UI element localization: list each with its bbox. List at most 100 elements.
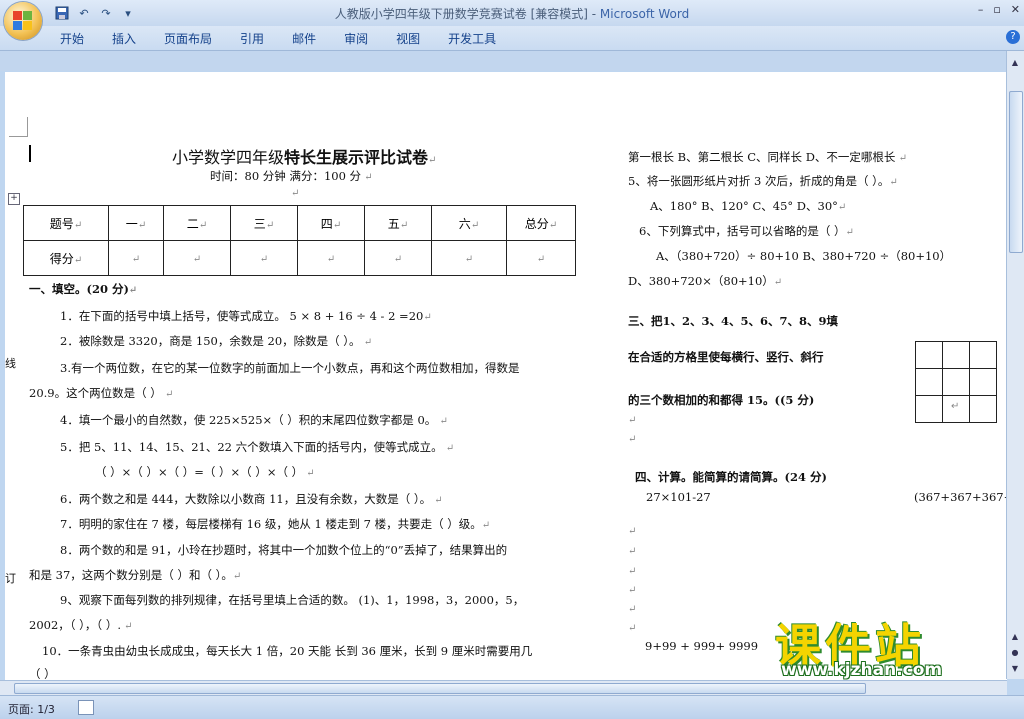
question-5: 5．把 5、11、14、15、21、22 六个数填入下面的括号内，使等式成立。 … <box>60 440 455 454</box>
window-controls: – ▫ ✕ <box>978 3 1020 16</box>
question-text: 3.有一个两位数，在它的某一位数字的前面加上一个小数点，再和这个两位数相加，得数… <box>60 361 520 375</box>
question-text: 20.9。这个两位数是（ ） <box>29 386 162 400</box>
question-text: 5、将一张圆形纸片对折 3 次后，折成的角是（ ）。 <box>628 174 890 188</box>
table-cell[interactable]: ↵ <box>506 240 576 276</box>
application-name: Microsoft Word <box>599 7 690 21</box>
tab-mailings[interactable]: 邮件 <box>278 30 330 48</box>
cell-text: 四 <box>320 216 333 231</box>
proofing-icon[interactable] <box>78 700 94 715</box>
page-count[interactable]: 页面: 1/3 <box>8 701 55 717</box>
grid-cell[interactable] <box>969 368 997 396</box>
cell-text: 得分 <box>49 251 74 266</box>
right-line-1: 第一根长 B、第二根长 C、同样长 D、不一定哪根长 ↵ <box>628 150 907 164</box>
help-icon[interactable]: ? <box>1006 30 1020 44</box>
table-cell[interactable]: ↵ <box>163 240 231 276</box>
tab-view[interactable]: 视图 <box>382 30 434 48</box>
tab-home[interactable]: 开始 <box>46 30 98 48</box>
previous-page-icon[interactable]: ▲ <box>1009 631 1021 643</box>
document-name: 人教版小学四年级下册数学竞赛试卷 [兼容模式] - <box>334 7 600 21</box>
question-text: A、（380+720）÷ 80+10 B、380+720 ÷（80+10） <box>656 249 952 263</box>
table-cell[interactable]: 三↵ <box>230 205 298 241</box>
next-page-icon[interactable]: ▼ <box>1009 663 1021 675</box>
question-7: 7．明明的家住在 7 楼，每层楼梯有 16 级，她从 1 楼走到 7 楼，共要走… <box>60 517 491 531</box>
table-cell[interactable]: 总分↵ <box>506 205 576 241</box>
table-cell[interactable]: ↵ <box>364 240 432 276</box>
paragraph-mark: ↵ <box>628 415 637 426</box>
table-row <box>915 368 997 396</box>
grid-cell[interactable] <box>942 341 970 369</box>
grid-cell[interactable] <box>969 395 997 423</box>
grid-cell[interactable] <box>915 341 943 369</box>
status-bar: 页面: 1/3 <box>0 695 1024 719</box>
question-6: 6．两个数之和是 444，大数除以小数商 11，且没有余数，大数是（ ）。 ↵ <box>60 492 443 506</box>
question-text: 1．在下面的括号中填上括号，使等式成立。 5 × 8 + 16 ÷ 4 - 2 … <box>60 309 424 323</box>
margin-corner-mark <box>27 117 28 137</box>
magic-square-grid: ↵ <box>915 341 997 423</box>
right-options-5: A、180° B、120° C、45° D、30°↵ <box>650 199 847 213</box>
exam-subtitle: 时间：80 分钟 满分：100 分 ↵ <box>210 169 373 183</box>
section-text: 的三个数相加的和都得 15。((5 分) <box>628 393 815 407</box>
table-cell[interactable]: ↵ <box>108 240 164 276</box>
table-cell[interactable]: 题号↵ <box>23 205 109 241</box>
tab-references[interactable]: 引用 <box>226 30 278 48</box>
grid-cell[interactable] <box>915 368 943 396</box>
tab-review[interactable]: 审阅 <box>330 30 382 48</box>
horizontal-scrollbar[interactable] <box>0 680 1007 695</box>
question-4: 4．填一个最小的自然数，使 225×525×（ ）积的末尾四位数字都是 0。 ↵ <box>60 413 448 427</box>
table-cell[interactable]: ↵ <box>431 240 507 276</box>
close-button[interactable]: ✕ <box>1011 3 1020 16</box>
paragraph-mark: ↵ <box>628 546 637 557</box>
table-cell[interactable]: ↵ <box>297 240 365 276</box>
paragraph-mark: ↵ <box>628 604 637 615</box>
grid-cell[interactable]: ↵ <box>942 395 970 423</box>
question-text: 9、观察下面每列数的排列规律，在括号里填上合适的数。 (1)、1，1998，3，… <box>60 593 525 607</box>
tab-insert[interactable]: 插入 <box>98 30 150 48</box>
cell-text: 题号 <box>49 216 74 231</box>
document-page[interactable]: 小学数学四年级特长生展示评比试卷↵ 时间：80 分钟 满分：100 分 ↵ ↵ … <box>5 72 1007 680</box>
minimize-button[interactable]: – <box>978 3 984 16</box>
table-row: 题号↵ 一↵ 二↵ 三↵ 四↵ 五↵ 六↵ 总分↵ <box>23 205 576 241</box>
grid-cell[interactable] <box>942 368 970 396</box>
table-cell[interactable]: 五↵ <box>364 205 432 241</box>
question-text: 6、下列算式中，括号可以省略的是（ ） <box>639 224 846 238</box>
exam-title-part: 小学数学四年级 <box>172 148 285 167</box>
table-cell[interactable]: 六↵ <box>431 205 507 241</box>
question-text: 8．两个数的和是 91，小玲在抄题时，将其中一个加数个位上的“0”丢掉了，结果算… <box>60 543 508 557</box>
restore-button[interactable]: ▫ <box>993 3 1000 16</box>
vertical-scrollbar[interactable]: ▲ ▲ ● ▼ <box>1006 51 1024 679</box>
table-cell[interactable]: 得分↵ <box>23 240 109 276</box>
scroll-up-icon[interactable]: ▲ <box>1009 57 1021 69</box>
watermark-url: www.kjzhan.com <box>781 660 943 680</box>
scrollbar-thumb[interactable] <box>14 683 866 694</box>
section-text: 在合适的方格里使每横行、竖行、斜行 <box>628 350 824 364</box>
ruler-area <box>0 51 1024 71</box>
question-3-cont: 20.9。这个两位数是（ ） ↵ <box>29 386 174 400</box>
table-cell[interactable]: 一↵ <box>108 205 164 241</box>
right-question-5: 5、将一张圆形纸片对折 3 次后，折成的角是（ ）。↵ <box>628 174 898 188</box>
tab-page-layout[interactable]: 页面布局 <box>150 30 226 48</box>
grid-cell[interactable] <box>969 341 997 369</box>
section-heading: 一、填空。(20 分)↵ <box>29 282 138 296</box>
browse-object-icon[interactable]: ● <box>1009 647 1021 659</box>
office-button[interactable] <box>4 2 42 40</box>
tab-developer[interactable]: 开发工具 <box>434 30 510 48</box>
office-logo-icon <box>13 11 33 31</box>
question-9: 9、观察下面每列数的排列规律，在括号里填上合适的数。 (1)、1，1998，3，… <box>60 592 524 608</box>
table-cell[interactable]: 四↵ <box>297 205 365 241</box>
section-three-heading: 三、把1、2、3、4、5、6、7、8、9填 <box>628 313 838 329</box>
question-text: 7．明明的家住在 7 楼，每层楼梯有 16 级，她从 1 楼走到 7 楼，共要走… <box>60 517 482 531</box>
right-options-6: A、（380+720）÷ 80+10 B、380+720 ÷（80+10） <box>656 248 951 264</box>
scrollbar-thumb[interactable] <box>1009 91 1023 253</box>
section-three-line-2: 在合适的方格里使每横行、竖行、斜行 <box>628 349 824 365</box>
table-cell[interactable]: ↵ <box>230 240 298 276</box>
grid-cell[interactable] <box>915 395 943 423</box>
text-cursor <box>29 145 31 162</box>
table-row: 得分↵ ↵ ↵ ↵ ↵ ↵ ↵ ↵ <box>23 240 576 276</box>
question-text: 5．把 5、11、14、15、21、22 六个数填入下面的括号内，使等式成立。 <box>60 440 443 454</box>
table-cell[interactable]: 二↵ <box>163 205 231 241</box>
question-1: 1．在下面的括号中填上括号，使等式成立。 5 × 8 + 16 ÷ 4 - 2 … <box>60 309 432 323</box>
calc-text: 9+99 + 999+ 9999 <box>645 639 759 653</box>
question-8: 8．两个数的和是 91，小玲在抄题时，将其中一个加数个位上的“0”丢掉了，结果算… <box>60 542 507 558</box>
title-bar: ↶ ↷ ▾ 人教版小学四年级下册数学竞赛试卷 [兼容模式] - Microsof… <box>0 0 1024 26</box>
table-move-handle-icon[interactable]: + <box>8 193 20 205</box>
